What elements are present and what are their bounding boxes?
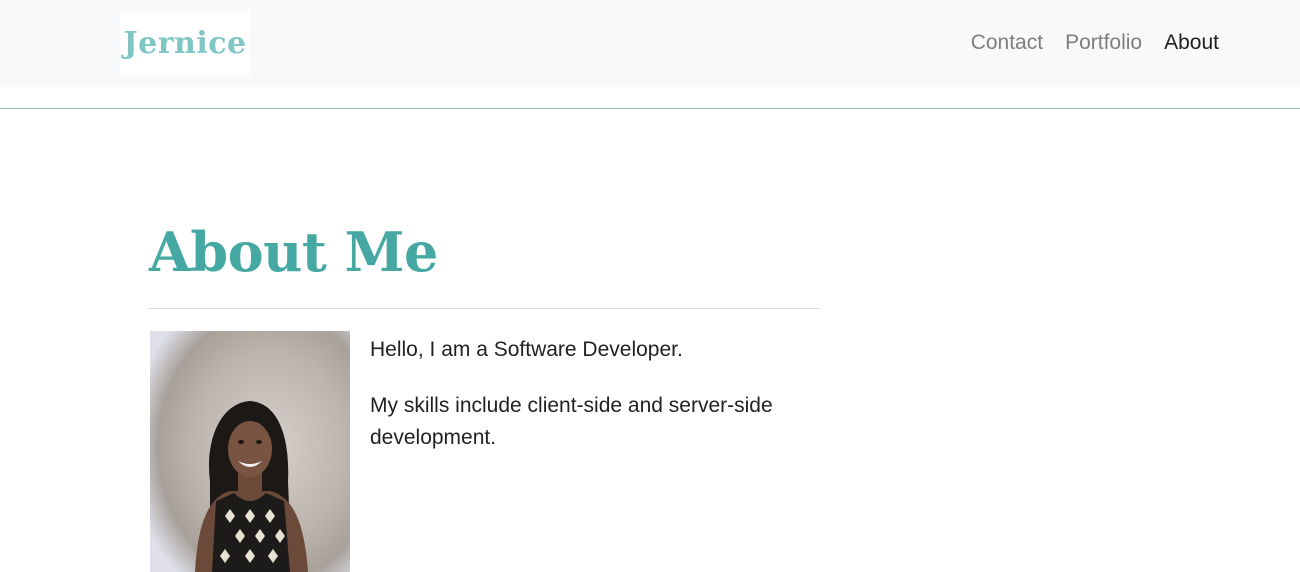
nav-link-about[interactable]: About: [1164, 30, 1219, 56]
page-title: About Me: [149, 219, 438, 285]
brand-name: Jernice: [123, 26, 246, 61]
brand-logo[interactable]: Jernice: [120, 11, 250, 76]
skills-paragraph: My skills include client-side and server…: [370, 390, 820, 454]
title-rule: [149, 308, 820, 309]
nav-links: Contact Portfolio About: [971, 30, 1219, 56]
nav-link-contact[interactable]: Contact: [971, 30, 1043, 56]
nav-link-portfolio[interactable]: Portfolio: [1065, 30, 1142, 56]
navbar: Jernice Contact Portfolio About: [0, 0, 1300, 87]
about-text: Hello, I am a Software Developer. My ski…: [370, 334, 820, 454]
intro-paragraph: Hello, I am a Software Developer.: [370, 334, 820, 366]
profile-photo: [150, 331, 350, 572]
profile-photo-image: [150, 331, 350, 572]
header-divider: [0, 108, 1300, 109]
